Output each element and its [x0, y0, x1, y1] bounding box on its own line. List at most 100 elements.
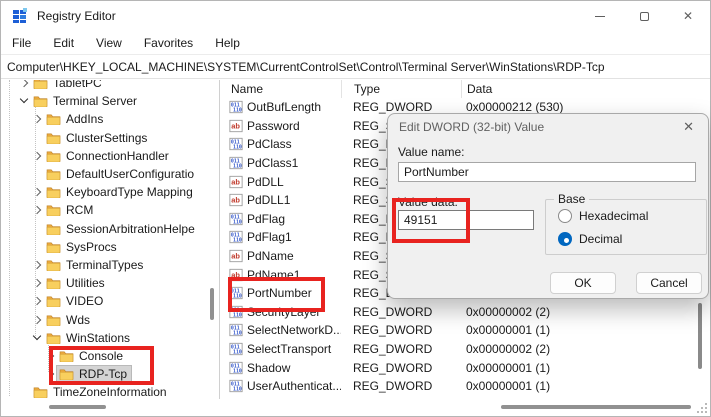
address-bar: [1, 54, 710, 79]
tree-item-defaultuserconfiguratio[interactable]: DefaultUserConfiguratio: [1, 165, 219, 183]
svg-text:ab: ab: [231, 196, 240, 205]
folder-icon: [46, 295, 61, 307]
string-icon: ab: [229, 193, 243, 207]
value-row-selectnetworkd[interactable]: 011110SelectNetworkD...REG_DWORD0x000000…: [222, 321, 709, 340]
chevron-down-icon[interactable]: [32, 332, 44, 344]
chevron-right-icon[interactable]: [32, 277, 44, 289]
svg-text:ab: ab: [231, 122, 240, 131]
tree-item-label: SysProcs: [66, 240, 117, 254]
chevron-right-icon[interactable]: [32, 295, 44, 307]
value-data-cell: 0x00000001 (1): [461, 379, 709, 393]
tree-connector: [32, 223, 44, 235]
tree-item-video[interactable]: VIDEO: [1, 292, 219, 310]
tree-item-body: Wds: [44, 312, 94, 328]
column-header-type[interactable]: Type: [341, 80, 461, 98]
tree-item-body: ClusterSettings: [44, 130, 151, 146]
svg-text:110: 110: [233, 145, 242, 151]
dialog-close-button[interactable]: ✕: [679, 118, 698, 135]
chevron-right-icon[interactable]: [32, 259, 44, 271]
value-name-cell: 011110SelectNetworkD...: [222, 323, 341, 337]
value-name-label: Value name:: [398, 145, 465, 159]
title-bar: Registry Editor ✕: [1, 1, 710, 31]
minimize-button[interactable]: [578, 1, 622, 31]
tree-item-clustersettings[interactable]: ClusterSettings: [1, 129, 219, 147]
string-icon: ab: [229, 175, 243, 189]
dialog-title: Edit DWORD (32-bit) Value: [399, 120, 544, 134]
tree-item-wds[interactable]: Wds: [1, 310, 219, 328]
tree-vertical-scrollbar[interactable]: [210, 288, 214, 320]
value-name-cell: abPdDLL1: [222, 193, 341, 207]
menu-help[interactable]: Help: [204, 33, 251, 53]
value-name-text: PdFlag1: [247, 230, 292, 244]
resize-grip[interactable]: [697, 402, 708, 413]
address-input[interactable]: [7, 60, 710, 74]
radio-option-hexadecimal[interactable]: Hexadecimal: [558, 209, 648, 223]
value-name-field[interactable]: [398, 162, 696, 182]
radio-unselected-icon[interactable]: [558, 209, 572, 223]
cancel-button[interactable]: Cancel: [636, 272, 702, 294]
chevron-right-icon[interactable]: [32, 113, 44, 125]
dword-icon: 011110: [229, 379, 243, 393]
chevron-right-icon[interactable]: [32, 150, 44, 162]
dword-icon: 011110: [229, 156, 243, 170]
tree-connector: [32, 132, 44, 144]
tree-item-body: WinStations: [44, 330, 134, 346]
tree-item-addins[interactable]: AddIns: [1, 110, 219, 128]
ok-button[interactable]: OK: [550, 272, 616, 294]
tree-item-sysprocs[interactable]: SysProcs: [1, 238, 219, 256]
tree-item-body: TerminalTypes: [44, 257, 147, 273]
tree-item-connectionhandler[interactable]: ConnectionHandler: [1, 147, 219, 165]
tree-item-rcm[interactable]: RCM: [1, 201, 219, 219]
list-vertical-scrollbar[interactable]: [698, 303, 702, 369]
annotation-box-portnumber: [228, 277, 325, 312]
value-name-cell: 011110Shadow: [222, 361, 341, 375]
column-header-name[interactable]: Name: [222, 80, 341, 98]
tree-item-winstations[interactable]: WinStations: [1, 329, 219, 347]
chevron-right-icon[interactable]: [32, 186, 44, 198]
value-row-selecttransport[interactable]: 011110SelectTransportREG_DWORD0x00000002…: [222, 340, 709, 359]
tree-item-tabletpc[interactable]: TabletPC: [1, 80, 219, 92]
close-icon: ✕: [683, 10, 693, 22]
folder-icon: [46, 332, 61, 344]
value-name-text: PdFlag: [247, 212, 285, 226]
radio-option-decimal[interactable]: Decimal: [558, 232, 622, 246]
tree-item-utilities[interactable]: Utilities: [1, 274, 219, 292]
folder-icon: [46, 259, 61, 271]
chevron-right-icon[interactable]: [19, 80, 31, 89]
tree-item-body: Utilities: [44, 275, 109, 291]
menu-edit[interactable]: Edit: [42, 33, 85, 53]
chevron-down-icon[interactable]: [19, 95, 31, 107]
tree-item-keyboardtype-mapping[interactable]: KeyboardType Mapping: [1, 183, 219, 201]
registry-editor-app-icon: [12, 8, 28, 24]
menu-file[interactable]: File: [1, 33, 42, 53]
svg-text:110: 110: [233, 238, 242, 244]
dword-icon: 011110: [229, 361, 243, 375]
string-icon: ab: [229, 249, 243, 263]
radio-selected-icon[interactable]: [558, 232, 572, 246]
tree-item-sessionarbitrationhelpe[interactable]: SessionArbitrationHelpe: [1, 220, 219, 238]
close-button[interactable]: ✕: [666, 1, 710, 31]
caption-buttons: ✕: [578, 1, 710, 31]
value-data-cell: 0x00000001 (1): [461, 361, 709, 375]
maximize-button[interactable]: [622, 1, 666, 31]
svg-text:110: 110: [233, 219, 242, 225]
tree-horizontal-scrollbar[interactable]: [49, 405, 106, 409]
tree-item-label: Terminal Server: [53, 94, 137, 108]
value-name-cell: 011110SelectTransport: [222, 342, 341, 356]
value-name-text: PdClass1: [247, 156, 298, 170]
menu-view[interactable]: View: [85, 33, 133, 53]
value-row-userauthenticat[interactable]: 011110UserAuthenticat...REG_DWORD0x00000…: [222, 377, 709, 396]
chevron-right-icon[interactable]: [32, 314, 44, 326]
list-header: NameTypeData: [222, 80, 709, 98]
menu-favorites[interactable]: Favorites: [133, 33, 204, 53]
value-name-text: SelectNetworkD...: [247, 323, 341, 337]
column-header-data[interactable]: Data: [461, 80, 709, 98]
value-row-shadow[interactable]: 011110ShadowREG_DWORD0x00000001 (1): [222, 358, 709, 377]
chevron-right-icon[interactable]: [32, 204, 44, 216]
tree-item-body: TimeZoneInformation: [31, 384, 171, 399]
list-horizontal-scrollbar[interactable]: [501, 405, 691, 409]
tree-item-terminaltypes[interactable]: TerminalTypes: [1, 256, 219, 274]
tree-item-timezoneinformation[interactable]: TimeZoneInformation: [1, 383, 219, 399]
tree-item-terminal-server[interactable]: Terminal Server: [1, 92, 219, 110]
tree-item-label: ConnectionHandler: [66, 149, 169, 163]
